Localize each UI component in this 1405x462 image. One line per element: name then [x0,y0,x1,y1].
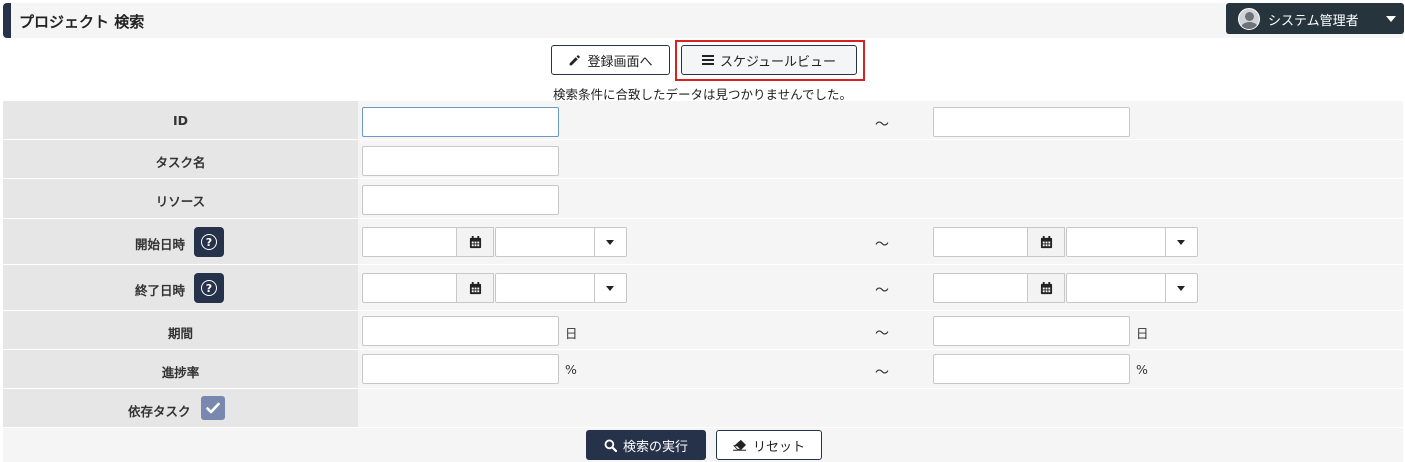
user-menu-button[interactable]: システム管理者 [1226,3,1404,34]
period-from-input[interactable] [362,316,559,346]
progress-from-input[interactable] [362,354,559,384]
caret-down-icon [606,240,614,245]
end-time-to-select[interactable] [1066,273,1198,303]
field-label-progress: 進捗率 [161,365,200,380]
field-label-id: ID [172,113,189,128]
progress-to-input[interactable] [933,354,1130,384]
form-row-task-name: タスク名 [3,140,1403,179]
start-date-from-input[interactable] [362,227,458,257]
search-execute-label: 検索の実行 [622,439,688,455]
end-time-from-select[interactable] [495,273,627,303]
range-tilde: ～ [875,283,889,299]
user-name: システム管理者 [1268,14,1359,29]
start-date-from-calendar-button[interactable] [456,227,494,257]
question-circle-icon: ? [201,280,217,296]
dependent-task-checkbox[interactable] [201,396,225,420]
search-execute-button[interactable]: 検索の実行 [586,430,706,460]
start-time-to-select[interactable] [1066,227,1198,257]
calendar-icon [1040,235,1052,248]
field-label-task-name: タスク名 [155,155,206,170]
reset-label: リセット [752,439,805,455]
caret-down-icon [1177,240,1185,245]
start-time-from-select[interactable] [495,227,627,257]
id-to-input[interactable] [933,107,1130,137]
range-tilde: ～ [875,117,889,133]
page-header: プロジェクト 検索 [3,3,1403,38]
range-tilde: ～ [875,237,889,253]
start-datetime-help-button[interactable]: ? [194,227,224,257]
caret-down-icon [1177,286,1185,291]
user-avatar-icon [1238,8,1260,30]
resource-input[interactable] [362,185,559,215]
range-tilde: ～ [875,326,889,342]
period-unit-from: 日 [565,326,578,341]
id-from-input[interactable] [362,107,559,137]
calendar-icon [469,281,481,294]
start-date-to-calendar-button[interactable] [1027,227,1065,257]
caret-down-icon [606,286,614,291]
end-date-to-input[interactable] [933,273,1029,303]
caret-down-icon [1386,16,1396,22]
form-row-end-datetime: 終了日時 ? ～ [3,265,1403,311]
end-datetime-help-button[interactable]: ? [194,273,224,303]
form-row-period: 期間 日 ～ 日 [3,311,1403,350]
schedule-view-label: スケジュールビュー [719,54,837,70]
field-label-dependent-task: 依存タスク [128,404,191,419]
pencil-icon [570,54,581,65]
period-to-input[interactable] [933,316,1130,346]
form-row-dependent-task: 依存タスク [3,389,1403,428]
task-name-input[interactable] [362,146,559,176]
check-icon [206,402,220,414]
field-label-end-datetime: 終了日時 [135,283,186,298]
form-row-id: ID ～ [3,101,1403,140]
search-icon [604,439,617,452]
progress-unit-from: % [565,362,577,377]
field-label-resource: リソース [155,194,206,209]
end-date-to-calendar-button[interactable] [1027,273,1065,303]
calendar-icon [469,235,481,248]
form-row-resource: リソース [3,179,1403,219]
page-title: プロジェクト 検索 [19,13,145,31]
header-accent-bar [3,3,11,38]
form-row-start-datetime: 開始日時 ? ～ [3,219,1403,265]
eraser-icon [732,439,746,451]
register-screen-label: 登録画面へ [587,54,653,70]
reset-button[interactable]: リセット [716,430,822,460]
end-date-from-input[interactable] [362,273,458,303]
field-label-start-datetime: 開始日時 [135,237,186,252]
progress-unit-to: % [1136,362,1148,377]
list-icon [701,55,714,65]
range-tilde: ～ [875,365,889,381]
start-date-to-input[interactable] [933,227,1029,257]
question-circle-icon: ? [201,234,217,250]
end-date-from-calendar-button[interactable] [456,273,494,303]
schedule-view-button[interactable]: スケジュールビュー [681,45,857,75]
calendar-icon [1040,281,1052,294]
register-screen-button[interactable]: 登録画面へ [551,45,670,75]
field-label-period: 期間 [167,326,193,341]
period-unit-to: 日 [1136,326,1149,341]
form-row-progress: 進捗率 % ～ % [3,350,1403,389]
